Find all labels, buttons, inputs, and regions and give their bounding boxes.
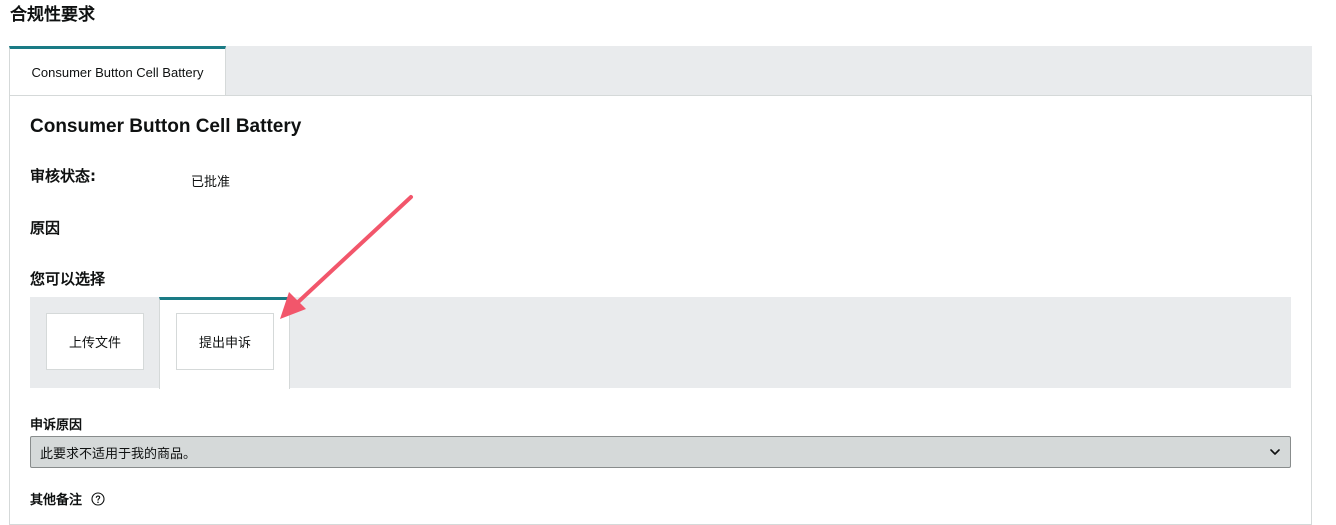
review-status-value: 已批准 <box>191 175 231 190</box>
options-label: 您可以选择 <box>30 270 106 288</box>
page-title: 合规性要求 <box>10 5 95 25</box>
appeal-reason-label: 申诉原因 <box>30 418 83 433</box>
requirement-title: Consumer Button Cell Battery <box>30 116 302 137</box>
appeal-reason-select[interactable]: 此要求不适用于我的商品。 <box>30 436 1291 468</box>
other-notes-text: 其他备注 <box>30 493 83 508</box>
upload-file-button[interactable]: 上传文件 <box>46 313 144 370</box>
requirement-card: Consumer Button Cell Battery 审核状态: 已批准 原… <box>9 95 1312 525</box>
tab-consumer-button-cell-battery[interactable]: Consumer Button Cell Battery <box>9 46 226 96</box>
review-status-label: 审核状态: <box>30 167 96 185</box>
appeal-reason-selected-value: 此要求不适用于我的商品。 <box>40 446 197 462</box>
option-tab-bar: 上传文件 提出申诉 <box>30 297 1291 389</box>
reason-label: 原因 <box>30 219 61 237</box>
outer-tab-bar: Consumer Button Cell Battery <box>9 46 1312 96</box>
help-circle-icon[interactable] <box>90 492 105 506</box>
other-notes-label: 其他备注 <box>30 489 105 508</box>
submit-appeal-button[interactable]: 提出申诉 <box>176 313 274 370</box>
chevron-down-icon <box>1270 449 1280 455</box>
